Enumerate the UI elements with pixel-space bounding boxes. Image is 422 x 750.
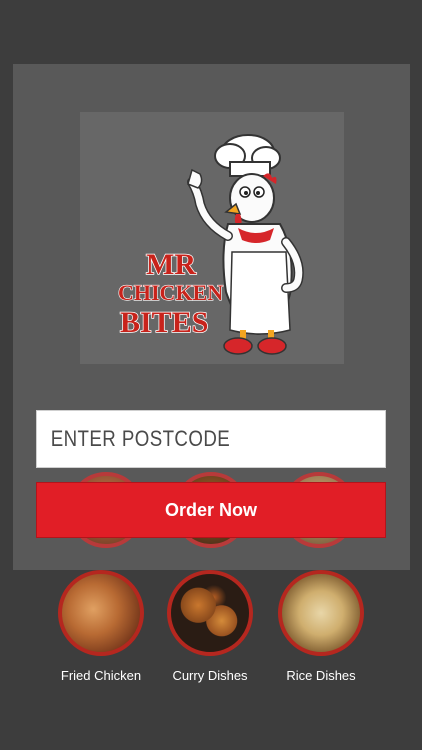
category-label: Rice Dishes <box>286 668 356 683</box>
order-now-label: Order Now <box>164 499 257 520</box>
category-label: Fried Chicken <box>60 668 142 683</box>
category-curry-dishes[interactable]: Curry Dishes <box>157 570 263 683</box>
logo: MR CHICKEN BITES <box>80 112 344 364</box>
logo-line-3: BITES <box>120 306 208 339</box>
postcode-field[interactable] <box>36 410 386 468</box>
chef-chicken-logo-image: MR CHICKEN BITES <box>117 134 304 355</box>
curry-dishes-image[interactable] <box>167 570 253 656</box>
order-now-button[interactable]: Order Now <box>36 482 386 538</box>
category-fried-chicken[interactable]: Fried Chicken <box>48 570 154 683</box>
category-label: Curry Dishes <box>172 668 248 683</box>
logo-line-2: CHICKEN <box>118 280 223 305</box>
rice-dishes-image[interactable] <box>278 570 364 656</box>
logo-line-1: MR <box>146 248 196 281</box>
fried-chicken-image[interactable] <box>58 570 144 656</box>
category-rice-dishes[interactable]: Rice Dishes <box>268 570 374 683</box>
postcode-input[interactable] <box>49 410 335 468</box>
